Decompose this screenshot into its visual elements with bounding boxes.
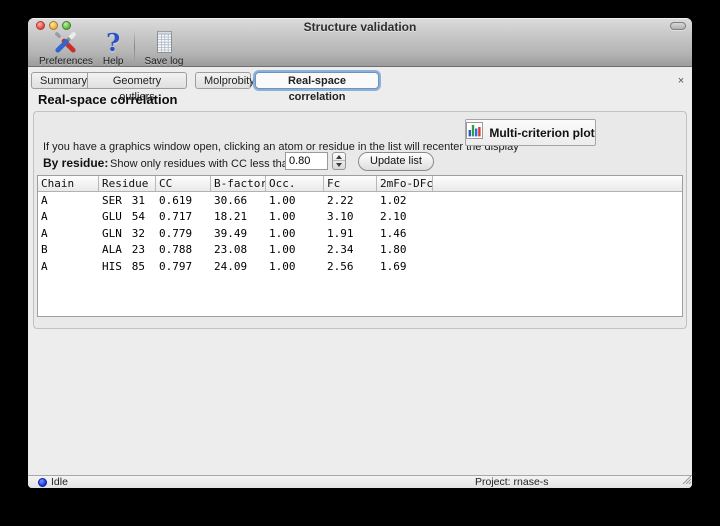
app-window: Structure validation Preferences ? Help … bbox=[28, 18, 692, 488]
cell-2mfo-dfc: 1.80 bbox=[380, 243, 407, 257]
cell-chain: A bbox=[41, 210, 48, 224]
cell-fc: 2.22 bbox=[327, 194, 354, 207]
screen: Structure validation Preferences ? Help … bbox=[0, 0, 720, 526]
cell-fc: 2.56 bbox=[327, 259, 354, 273]
save-log-label: Save log bbox=[144, 56, 184, 67]
cell-cc: 0.788 bbox=[159, 243, 193, 257]
window-header: Structure validation Preferences ? Help … bbox=[28, 18, 692, 67]
table-row[interactable]: A GLU 54 0.717 18.21 1.00 3.10 2.10 bbox=[38, 209, 682, 225]
cc-threshold-stepper bbox=[332, 152, 346, 170]
cell-occ: 1.00 bbox=[269, 259, 296, 273]
cell-cc: 0.779 bbox=[159, 226, 193, 240]
tab-summary[interactable]: Summary bbox=[31, 72, 88, 89]
cell-occ: 1.00 bbox=[269, 194, 296, 207]
status-indicator-icon bbox=[38, 478, 47, 487]
cell-occ: 1.00 bbox=[269, 243, 296, 257]
status-text: Idle bbox=[51, 476, 68, 488]
table-row[interactable]: B ALA 23 0.788 23.08 1.00 2.34 1.80 bbox=[38, 242, 682, 258]
status-bar: Idle Project: rnase-s bbox=[28, 475, 692, 488]
cell-cc: 0.797 bbox=[159, 259, 193, 273]
cell-chain: A bbox=[41, 259, 48, 273]
table-body: A SER 31 0.619 30.66 1.00 2.22 1.02 A GLU… bbox=[38, 193, 682, 275]
cell-residue: ALA 23 bbox=[102, 243, 145, 257]
table-row[interactable]: A SER 31 0.619 30.66 1.00 2.22 1.02 bbox=[38, 193, 682, 209]
table-row[interactable]: A GLN 32 0.779 39.49 1.00 1.91 1.46 bbox=[38, 226, 682, 242]
tab-real-space-correlation[interactable]: Real-space correlation bbox=[255, 72, 379, 103]
cell-2mfo-dfc: 2.10 bbox=[380, 210, 407, 224]
stepper-up-button[interactable] bbox=[333, 153, 345, 161]
bar-chart-icon bbox=[466, 121, 484, 144]
multi-criterion-plot-button[interactable]: Multi-criterion plot bbox=[465, 119, 596, 146]
preferences-icon bbox=[53, 30, 78, 55]
cell-2mfo-dfc: 1.46 bbox=[380, 226, 407, 240]
cc-threshold-input[interactable] bbox=[285, 152, 328, 170]
page-title: Real-space correlation bbox=[38, 92, 178, 107]
cell-occ: 1.00 bbox=[269, 226, 296, 240]
cell-occ: 1.00 bbox=[269, 210, 296, 224]
cell-cc: 0.619 bbox=[159, 194, 193, 207]
column-header-residue[interactable]: Residue bbox=[99, 176, 156, 191]
column-header-chain[interactable]: Chain bbox=[38, 176, 99, 191]
update-list-button[interactable]: Update list bbox=[358, 152, 434, 171]
residue-table: Chain Residue CC B-factor Occ. Fc 2mFo-D… bbox=[37, 175, 683, 317]
column-header-cc[interactable]: CC bbox=[156, 176, 211, 191]
up-arrow-icon bbox=[336, 154, 342, 159]
save-log-button[interactable]: Save log bbox=[140, 30, 189, 67]
column-header-filler bbox=[433, 176, 682, 191]
multi-criterion-plot-label: Multi-criterion plot bbox=[489, 125, 595, 140]
cell-chain: A bbox=[41, 194, 48, 207]
down-arrow-icon bbox=[336, 163, 342, 167]
project-label: Project: rnase-s bbox=[475, 476, 549, 488]
cc-filter-prompt: Show only residues with CC less than bbox=[110, 158, 295, 170]
resize-grip[interactable] bbox=[681, 474, 692, 487]
real-space-correlation-panel: If you have a graphics window open, clic… bbox=[33, 111, 687, 329]
column-header-fc[interactable]: Fc bbox=[324, 176, 377, 191]
cell-b-factor: 23.08 bbox=[214, 243, 248, 257]
cell-chain: A bbox=[41, 226, 48, 240]
table-row[interactable]: A HIS 85 0.797 24.09 1.00 2.56 1.69 bbox=[38, 259, 682, 275]
cell-residue: HIS 85 bbox=[102, 259, 145, 273]
help-label: Help bbox=[102, 56, 124, 67]
cell-fc: 3.10 bbox=[327, 210, 354, 224]
save-log-icon bbox=[153, 30, 175, 55]
tab-geometry-outliers[interactable]: Geometry outliers bbox=[87, 72, 187, 103]
preferences-label: Preferences bbox=[39, 56, 93, 67]
by-residue-label: By residue: bbox=[43, 156, 109, 170]
column-header-occ[interactable]: Occ. bbox=[266, 176, 324, 191]
tab-molprobity[interactable]: Molprobity bbox=[195, 72, 255, 89]
stepper-down-button[interactable] bbox=[333, 161, 345, 169]
help-button[interactable]: ? Help bbox=[98, 30, 129, 67]
cell-2mfo-dfc: 1.69 bbox=[380, 259, 407, 273]
cell-2mfo-dfc: 1.02 bbox=[380, 194, 407, 207]
tab-bar: Summary Geometry outliers Molprobity Rea… bbox=[31, 72, 689, 103]
cell-b-factor: 18.21 bbox=[214, 210, 248, 224]
cell-residue: GLN 32 bbox=[102, 226, 145, 240]
cell-residue: SER 31 bbox=[102, 194, 145, 207]
preferences-button[interactable]: Preferences bbox=[34, 30, 98, 67]
cell-residue: GLU 54 bbox=[102, 210, 145, 224]
column-header-2mfo-dfc[interactable]: 2mFo-DFc bbox=[377, 176, 433, 191]
cell-b-factor: 39.49 bbox=[214, 226, 248, 240]
toolbar-toggle-button[interactable] bbox=[670, 22, 686, 30]
cell-cc: 0.717 bbox=[159, 210, 193, 224]
toolbar-separator bbox=[133, 30, 135, 63]
table-header-row: Chain Residue CC B-factor Occ. Fc 2mFo-D… bbox=[38, 176, 682, 192]
cell-b-factor: 30.66 bbox=[214, 194, 248, 207]
toolbar: Preferences ? Help Save log bbox=[34, 30, 189, 67]
cell-chain: B bbox=[41, 243, 48, 257]
cell-fc: 1.91 bbox=[327, 226, 354, 240]
tab-close-icon[interactable]: × bbox=[675, 75, 687, 87]
cell-fc: 2.34 bbox=[327, 243, 354, 257]
cell-b-factor: 24.09 bbox=[214, 259, 248, 273]
help-icon: ? bbox=[106, 27, 121, 57]
column-header-b-factor[interactable]: B-factor bbox=[211, 176, 266, 191]
